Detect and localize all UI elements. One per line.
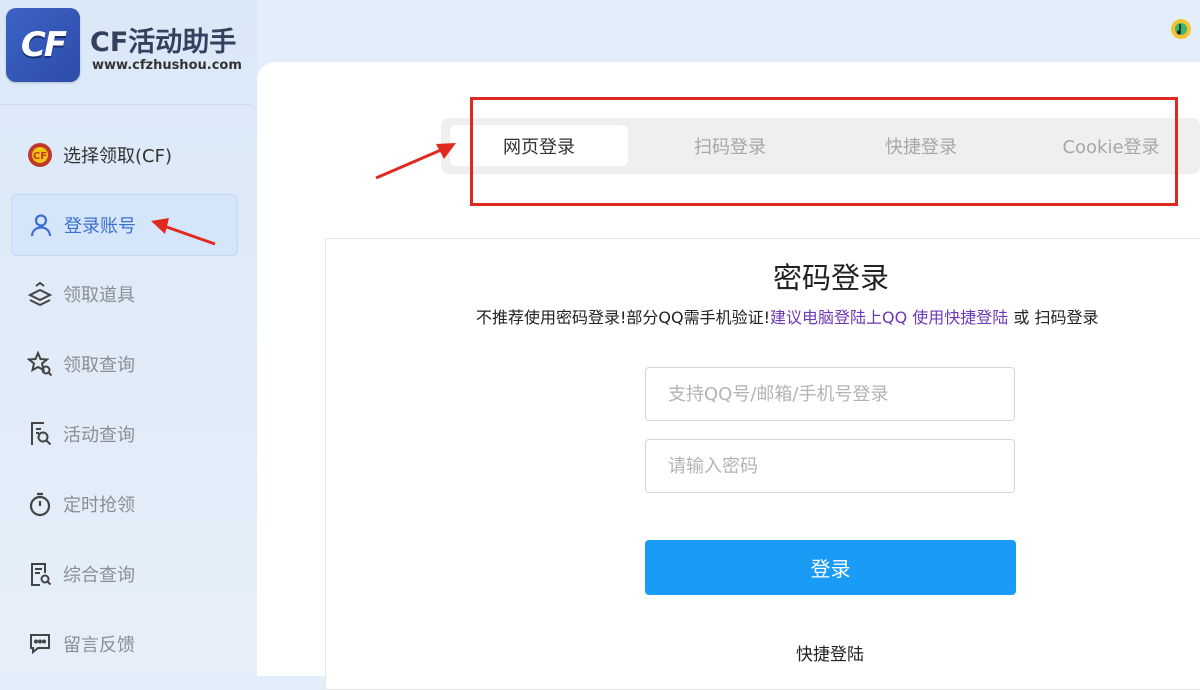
- music-note-icon[interactable]: [1170, 18, 1192, 40]
- sidebar-item-label: 留言反馈: [63, 635, 135, 656]
- app-title: CF活动助手: [90, 27, 237, 58]
- document-search-icon: [25, 559, 55, 589]
- file-search-icon: [25, 419, 55, 449]
- app-logo: CF: [6, 8, 80, 82]
- notice-qr-login[interactable]: 扫码登录: [1035, 308, 1099, 327]
- sidebar-item-label: 选择领取(CF): [63, 146, 172, 167]
- annotation-highlight-box: [470, 97, 1178, 206]
- sidebar-item-label: 活动查询: [63, 425, 135, 446]
- notice-text: 不推荐使用密码登录!部分QQ需手机验证!: [476, 308, 771, 327]
- sidebar-item-timed-grab[interactable]: 定时抢领: [11, 474, 236, 534]
- svg-text:CF: CF: [33, 151, 47, 162]
- sidebar-item-label: 定时抢领: [63, 495, 135, 516]
- login-title: 密码登录: [772, 261, 889, 295]
- sidebar-item-claim-items[interactable]: 领取道具: [11, 264, 236, 324]
- stopwatch-icon: [25, 489, 55, 519]
- user-icon: [26, 210, 56, 240]
- password-input[interactable]: [645, 439, 1015, 493]
- sidebar-item-label: 领取道具: [63, 285, 135, 306]
- login-notice: 不推荐使用密码登录!部分QQ需手机验证!建议电脑登陆上QQ 使用快捷登陆 或 扫…: [476, 304, 1099, 328]
- sidebar-item-select-cf[interactable]: CF 选择领取(CF): [11, 125, 236, 185]
- sidebar-item-label: 登录账号: [64, 216, 136, 237]
- quick-login-link[interactable]: 快捷登陆: [760, 640, 900, 665]
- sidebar-item-general-query[interactable]: 综合查询: [11, 544, 236, 604]
- sidebar-item-feedback[interactable]: 留言反馈: [11, 614, 236, 674]
- gift-stack-icon: [25, 279, 55, 309]
- sidebar-item-login-account[interactable]: 登录账号: [11, 194, 238, 256]
- sidebar: CF CF活动助手 www.cfzhushou.com CF 选择领取(CF) …: [0, 0, 257, 676]
- login-button[interactable]: 登录: [645, 540, 1016, 595]
- sidebar-item-claim-query[interactable]: 领取查询: [11, 334, 236, 394]
- cf-game-icon: CF: [25, 140, 55, 170]
- notice-or: 或: [1008, 308, 1035, 327]
- sidebar-item-activity-query[interactable]: 活动查询: [11, 404, 236, 464]
- app-url: www.cfzhushou.com: [92, 58, 242, 73]
- sidebar-item-label: 领取查询: [63, 355, 135, 376]
- sidebar-item-label: 综合查询: [63, 565, 135, 586]
- notice-quick-login-link[interactable]: 建议电脑登陆上QQ 使用快捷登陆: [770, 308, 1008, 327]
- logo-text: CF: [20, 25, 67, 65]
- star-search-icon: [25, 349, 55, 379]
- chat-bubble-icon: [25, 629, 55, 659]
- username-input[interactable]: [645, 367, 1015, 421]
- sidebar-divider: [0, 104, 252, 105]
